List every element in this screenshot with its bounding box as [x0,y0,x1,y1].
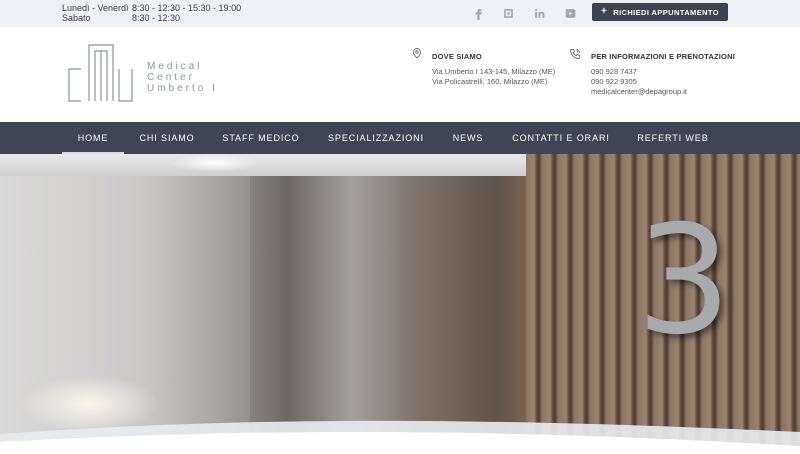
phone-number[interactable]: 090 922 9305 [591,77,735,87]
site-header: Medical Center Umberto I DOVE SIAMO Via … [0,27,800,122]
location-title: DOVE SIAMO [432,52,482,61]
instagram-icon[interactable] [500,5,516,21]
logo-mark [68,44,133,102]
contacts-title: PER INFORMAZIONI E PRENOTAZIONI [591,52,735,61]
logo-text: Medical Center Umberto I [147,61,218,94]
nav-item-news[interactable]: NEWS [446,122,490,154]
opening-hours: Lunedì - Venerdì 8:30 - 12:30 - 15:30 - … [62,3,241,23]
hours-day: Lunedì - Venerdì [62,3,129,13]
hours-time: 8:30 - 12:30 [132,13,181,23]
top-bar: Lunedì - Venerdì 8:30 - 12:30 - 15:30 - … [0,0,800,27]
map-pin-icon [411,46,423,59]
nav-item-chi-siamo[interactable]: CHI SIAMO [132,122,202,154]
ceiling-light [170,154,260,172]
hours-row: Lunedì - Venerdì 8:30 - 12:30 - 15:30 - … [62,3,241,13]
hero-wave-divider [0,420,800,454]
nav-item-staff-medico[interactable]: STAFF MEDICO [216,122,306,154]
hours-row: Sabato 8:30 - 12:30 [62,13,241,23]
plus-icon: + [600,6,608,17]
request-appointment-label: RICHIEDI APPUNTAMENTO [613,7,719,17]
address-line: Via Umberto I 143-145, Milazzo (ME) [432,67,556,76]
request-appointment-button[interactable]: + RICHIEDI APPUNTAMENTO [592,3,728,21]
email-link[interactable]: medicalcenter@depagroup.it [591,87,735,97]
logo-line: Medical [147,61,203,72]
nav-item-contatti-e-orari[interactable]: CONTATTI E ORARI [508,122,614,154]
logo-line: Umberto I [147,83,218,94]
main-navigation: HOME CHI SIAMO STAFF MEDICO SPECIALIZZAZ… [0,122,800,154]
hero-banner: 3 [0,154,800,454]
nav-item-referti-web[interactable]: REFERTI WEB [630,122,716,154]
location-block: DOVE SIAMO Via Umberto I 143-145, Milazz… [432,52,555,87]
hours-day: Sabato [62,13,91,23]
logo-line: Center [147,72,196,83]
facebook-icon[interactable] [470,5,486,21]
phone-icon [569,47,581,59]
nav-item-specializzazioni[interactable]: SPECIALIZZAZIONI [322,122,430,154]
contacts-block: PER INFORMAZIONI E PRENOTAZIONI 090 928 … [591,52,735,97]
nav-item-home[interactable]: HOME [62,122,124,154]
hours-time: 8:30 - 12:30 - 15:30 - 19:00 [132,3,242,13]
linkedin-icon[interactable] [531,5,547,21]
logo[interactable] [68,43,134,116]
address-line: Via Policastrelli, 160, Milazzo (ME) [432,77,548,86]
phone-number[interactable]: 090 928 7437 [591,67,735,77]
youtube-icon[interactable] [562,5,578,21]
room-number: 3 [636,194,732,368]
